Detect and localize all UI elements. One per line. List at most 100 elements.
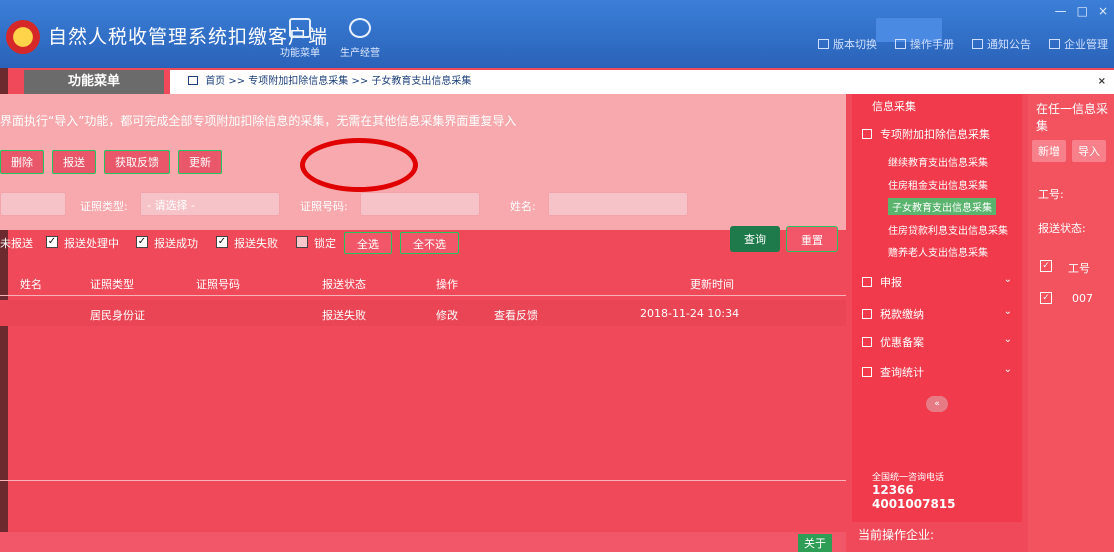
name-label: 姓名: (510, 200, 536, 213)
switch-icon (818, 39, 829, 49)
status-label-failed: 报送失败 (234, 237, 278, 250)
mail-icon (972, 39, 983, 49)
checkbox-processing[interactable]: ✓ (46, 236, 58, 248)
top-links: 版本切换 操作手册 通知公告 企业管理 (818, 36, 1114, 52)
id-no-input[interactable] (360, 192, 480, 216)
submenu-housing-rent[interactable]: 住房租金支出信息采集 (888, 177, 988, 192)
submenu-continuing-education[interactable]: 继续教育支出信息采集 (888, 154, 988, 169)
version-switch-link[interactable]: 版本切换 (818, 36, 877, 52)
status-label: 报送状态: (1038, 222, 1086, 235)
submenu-children-education[interactable]: 子女教育支出信息采集 (888, 198, 996, 215)
chevron-down-icon: ⌄ (1003, 306, 1012, 317)
tax-emblem-icon (6, 20, 40, 54)
about-button[interactable]: 关于 (798, 534, 832, 552)
id-no-label: 证照号码: (300, 200, 348, 213)
grid-icon (862, 277, 872, 287)
checkbox-locked[interactable] (296, 236, 308, 248)
cell-job-no: 007 (1072, 292, 1093, 305)
add-button[interactable]: 新增 (1032, 140, 1066, 162)
import-button[interactable]: 导入 (1072, 140, 1106, 162)
col-action: 操作 (436, 278, 458, 291)
status-label-processing: 报送处理中 (64, 237, 119, 250)
menu-group-declare[interactable]: 申报 (862, 274, 902, 290)
side-panel: 在任一信息采集 新增 导入 工号: 报送状态: ✓ 工号 ✓ 007 (1028, 94, 1114, 552)
filter-input-left[interactable] (0, 192, 66, 216)
business-button[interactable]: 生产经营 (330, 18, 390, 59)
name-input[interactable] (548, 192, 688, 216)
window-controls: — □ × (1055, 4, 1108, 18)
query-button[interactable]: 查询 (730, 226, 780, 252)
minimize-button[interactable]: — (1055, 4, 1067, 18)
reset-button[interactable]: 重置 (786, 226, 838, 252)
chevron-down-icon: ⌄ (1003, 364, 1012, 375)
company-icon (1049, 39, 1060, 49)
collapse-menu-button[interactable]: « (926, 396, 948, 412)
view-feedback-link[interactable]: 查看反馈 (494, 307, 538, 323)
cell-update-time: 2018-11-24 10:34 (640, 307, 740, 320)
current-enterprise: 当前操作企业: (858, 528, 935, 542)
menu-group-preferential[interactable]: 优惠备案 (862, 334, 924, 350)
import-notice: 界面执行“导入”功能，都可完成全部专项附加扣除信息的采集，无需在其他信息采集界面… (0, 114, 517, 128)
id-type-select[interactable]: - 请选择 - (140, 192, 280, 216)
function-menu-button[interactable]: 功能菜单 (270, 18, 330, 59)
current-section[interactable]: 信息采集 (872, 98, 916, 114)
col-id-type: 证照类型 (90, 278, 134, 291)
cell-status: 报送失败 (322, 309, 366, 322)
cell-id-type: 居民身份证 (90, 309, 145, 322)
id-type-label: 证照类型: (80, 200, 128, 213)
doc-icon (862, 337, 872, 347)
close-tab-button[interactable]: × (1098, 70, 1106, 94)
select-all-button[interactable]: 全选 (344, 232, 392, 254)
col-name: 姓名 (20, 278, 42, 291)
menu-group-query[interactable]: 查询统计 (862, 364, 924, 380)
submit-button[interactable]: 报送 (52, 150, 96, 174)
menu-icon (289, 18, 311, 38)
footer-bar (0, 532, 846, 552)
manual-icon (895, 39, 906, 49)
status-filter-row: 未报送 ✓ 报送处理中 ✓ 报送成功 ✓ 报送失败 锁定 全选 全不选 (0, 232, 846, 254)
checkbox-success[interactable]: ✓ (136, 236, 148, 248)
close-window-button[interactable]: × (1098, 4, 1108, 18)
col-status: 报送状态 (322, 278, 366, 291)
table-header: 姓名 证照类型 证照号码 报送状态 操作 更新时间 (0, 270, 846, 296)
menu-group-special-deduction[interactable]: 专项附加扣除信息采集 (862, 126, 990, 142)
title-bar: 自然人税收管理系统扣缴客户端 功能菜单 生产经营 版本切换 操作手册 通知公告 … (0, 0, 1114, 68)
submenu-housing-loan[interactable]: 住房贷款利息支出信息采集 (888, 222, 1008, 237)
chevron-down-icon: ⌄ (1003, 274, 1012, 285)
header-checkbox[interactable]: ✓ (1040, 260, 1052, 272)
checkbox-failed[interactable]: ✓ (216, 236, 228, 248)
grid-icon (862, 309, 872, 319)
status-label-success: 报送成功 (154, 237, 198, 250)
edit-link[interactable]: 修改 (436, 307, 458, 323)
breadcrumb: 首页 >> 专项附加扣除信息采集 >> 子女教育支出信息采集 × (170, 70, 1114, 94)
chevron-down-icon: ⌄ (1003, 334, 1012, 345)
delete-button[interactable]: 删除 (0, 150, 44, 174)
hotline-number-1: 12366 (872, 483, 914, 497)
filter-row: 证照类型: - 请选择 - 证照号码: 姓名: (0, 190, 846, 220)
table-row[interactable]: 居民身份证 报送失败 修改 查看反馈 2018-11-24 10:34 (0, 300, 846, 326)
job-no-label: 工号: (1038, 188, 1064, 201)
submenu-elderly-support[interactable]: 赡养老人支出信息采集 (888, 244, 988, 259)
select-none-button[interactable]: 全不选 (400, 232, 459, 254)
menu-group-tax-payment[interactable]: 税款缴纳 (862, 306, 924, 322)
col-id-no: 证照号码 (196, 278, 240, 291)
function-menu-tab[interactable]: 功能菜单 (24, 70, 164, 94)
status-label-not-sent: 未报送 (0, 237, 33, 250)
table-pager (0, 480, 846, 520)
get-feedback-button[interactable]: 获取反馈 (104, 150, 170, 174)
highlight-ring (300, 138, 418, 192)
home-icon[interactable] (188, 76, 198, 85)
maximize-button[interactable]: □ (1077, 4, 1088, 18)
update-button[interactable]: 更新 (178, 150, 222, 174)
row-checkbox[interactable]: ✓ (1040, 292, 1052, 304)
status-label-locked: 锁定 (314, 237, 336, 250)
grid-icon (862, 367, 872, 377)
col-update-time: 更新时间 (690, 278, 734, 291)
breadcrumb-text[interactable]: 首页 >> 专项附加扣除信息采集 >> 子女教育支出信息采集 (205, 76, 471, 87)
hotline-caption: 全国统一咨询电话 (872, 473, 945, 483)
hotline: 全国统一咨询电话 12366 4001007815 (872, 470, 956, 511)
company-manage-link[interactable]: 企业管理 (1049, 36, 1108, 52)
list-icon (862, 129, 872, 139)
manual-link[interactable]: 操作手册 (895, 36, 954, 52)
notice-link[interactable]: 通知公告 (972, 36, 1031, 52)
